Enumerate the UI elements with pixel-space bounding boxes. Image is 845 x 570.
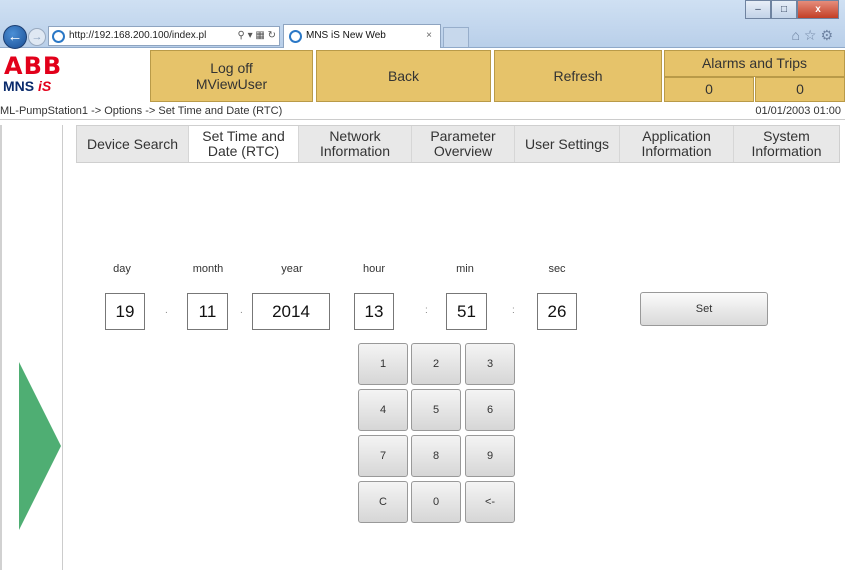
keypad-key[interactable]: 6 [465,389,515,431]
back-button[interactable]: Back [316,50,491,102]
search-refresh-icons[interactable]: ⚲ ▾ ▦ ↻ [235,27,276,45]
tab-parameter-overview[interactable]: Parameter Overview [412,126,515,162]
abb-logo-text: ABB [4,52,63,80]
keypad-key[interactable]: 0 [411,481,461,523]
browser-tab[interactable]: MNS iS New Web × [283,24,441,48]
day-label: day [113,263,131,275]
tab-device-search[interactable]: Device Search [77,126,189,162]
keypad-clear-key[interactable]: C [358,481,408,523]
year-label: year [281,263,303,275]
ie-icon [289,30,302,43]
forward-arrow-icon[interactable]: → [28,28,46,46]
alarms-count[interactable]: 0 [664,77,754,102]
time-separator: : [512,305,515,316]
tab-close-icon[interactable]: × [426,25,432,47]
breadcrumb-bar: ML-PumpStation1 -> Options -> Set Time a… [0,104,845,120]
options-tabs: Device Search Set Time and Date (RTC) Net… [76,125,840,163]
tab-user-settings[interactable]: User Settings [515,126,620,162]
keypad-key[interactable]: 2 [411,343,461,385]
new-tab-button[interactable] [443,27,469,47]
minimize-button[interactable]: – [745,0,771,19]
tab-set-time-date[interactable]: Set Time and Date (RTC) [189,126,299,162]
maximize-button[interactable]: □ [771,0,797,19]
keypad-key[interactable]: 9 [465,435,515,477]
month-field[interactable]: 11 [187,293,228,330]
tab-application-information[interactable]: Application Information [620,126,734,162]
tab-network-information[interactable]: Network Information [299,126,412,162]
trips-count[interactable]: 0 [755,77,845,102]
logoff-label: Log off [210,60,253,76]
address-url: http://192.168.200.100/index.pl [69,30,207,41]
back-arrow-icon[interactable]: ← [3,25,27,49]
home-favorites-settings-icons[interactable]: ⌂☆⚙ [791,27,837,44]
address-bar[interactable]: http://192.168.200.100/index.pl ⚲ ▾ ▦ ↻ [48,26,280,46]
keypad-key[interactable]: 8 [411,435,461,477]
keypad-key[interactable]: 4 [358,389,408,431]
day-field[interactable]: 19 [105,293,145,330]
set-button[interactable]: Set [640,292,768,326]
browser-chrome: ← → http://192.168.200.100/index.pl ⚲ ▾ … [0,0,845,49]
window-controls: – □ x [745,0,839,20]
ie-icon [52,30,65,43]
breadcrumb: ML-PumpStation1 -> Options -> Set Time a… [0,105,283,117]
logoff-user: MViewUser [195,76,268,92]
time-separator: : [425,305,428,316]
mns-logo-text: MNS iS [3,78,52,94]
year-field[interactable]: 2014 [252,293,330,330]
month-label: month [192,263,224,275]
expand-arrow-icon[interactable] [19,362,61,530]
alarms-trips-title[interactable]: Alarms and Trips [664,50,845,77]
tab-title: MNS iS New Web [306,30,386,41]
keypad-key[interactable]: 1 [358,343,408,385]
min-field[interactable]: 51 [446,293,487,330]
hour-label: hour [362,263,386,275]
keypad-key[interactable]: 5 [411,389,461,431]
hour-field[interactable]: 13 [354,293,394,330]
left-nav-panel [19,125,63,570]
keypad-key[interactable]: 7 [358,435,408,477]
min-label: min [456,263,474,275]
keypad-key[interactable]: 3 [465,343,515,385]
date-separator: . [240,305,243,316]
tab-system-information[interactable]: System Information [734,126,839,162]
date-separator: . [165,305,168,316]
logoff-button[interactable]: Log off MViewUser [150,50,313,102]
sec-label: sec [548,263,566,275]
keypad-backspace-key[interactable]: <- [465,481,515,523]
left-edge [0,125,2,570]
sec-field[interactable]: 26 [537,293,577,330]
abb-mns-logo: ABB MNS iS [0,50,87,102]
close-button[interactable]: x [797,0,839,19]
refresh-button[interactable]: Refresh [494,50,662,102]
device-datetime: 01/01/2003 01:00 [755,105,841,117]
